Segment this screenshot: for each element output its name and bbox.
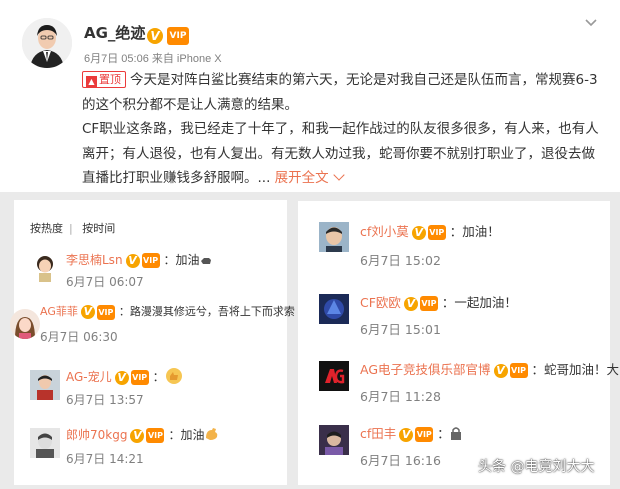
avatar[interactable] — [30, 370, 60, 400]
avatar[interactable] — [319, 222, 349, 252]
comment-time: 6月7日 13:57 — [66, 393, 144, 407]
avatar[interactable] — [30, 252, 60, 282]
verified-icon: V — [125, 253, 140, 268]
watermark: 头条 @电竞刘大大 — [478, 459, 595, 475]
comment-author-name[interactable]: cf刘小莫 — [360, 224, 409, 239]
vip-level-icon: VIP — [167, 26, 189, 45]
comment-text: ：加油 — [168, 428, 205, 442]
muscle-emoji-icon — [206, 428, 218, 440]
comment-time: 6月7日 15:02 — [360, 253, 441, 268]
post-meta: 6月7日 05:06 来自 iPhone X — [84, 53, 222, 65]
comment-author-name[interactable]: AG菲菲 — [40, 305, 78, 318]
vip-level-icon: VIP — [419, 296, 438, 311]
verified-icon: V — [403, 296, 418, 311]
post-paragraph-2: CF职业这条路，我已经走了十年了，和我一起作战过的队友很多很多，有人来，也有人离… — [82, 117, 602, 191]
comment-time: 6月7日 06:30 — [40, 330, 118, 344]
comment-sort-bar: 按热度 | 按时间 — [30, 220, 121, 236]
sort-separator: | — [69, 222, 73, 235]
comment-text: ：路漫漫其修远兮，吾将上下而求索 — [118, 305, 295, 318]
vip-level-icon: VIP — [96, 304, 115, 320]
comment-author[interactable]: cf田丰 V VIP： — [360, 423, 462, 442]
comment-author[interactable]: 李思楠Lsn V VIP ：加油 — [66, 251, 212, 268]
comment-text: ：蛇哥加油！大 — [531, 362, 620, 377]
verified-icon: V — [411, 225, 426, 240]
avatar[interactable] — [319, 294, 349, 324]
chevron-down-icon[interactable] — [584, 16, 598, 30]
post-paragraph-1: ▲ 置顶 今天是对阵白鲨比赛结束的第六天，无论是对我自己还是队伍而言，常规赛6-3的… — [82, 68, 602, 117]
pinned-label: 置顶 — [99, 73, 121, 86]
comment-author-name[interactable]: AG-宠儿 — [66, 370, 112, 384]
pinned-badge: ▲ 置顶 — [82, 71, 126, 88]
comment-author[interactable]: AG-宠儿 V VIP： — [66, 367, 183, 385]
pin-icon: ▲ — [86, 76, 97, 87]
fist-emoji-icon — [200, 258, 211, 264]
vip-level-icon: VIP — [415, 427, 434, 442]
avatar[interactable] — [30, 428, 60, 458]
comment-text: ： — [152, 370, 165, 384]
comment-text: ： — [437, 426, 450, 441]
comment-time: 6月7日 16:16 — [360, 453, 441, 468]
user-badges: V VIP — [147, 25, 189, 45]
comment-text: ：一起加油！ — [441, 295, 517, 310]
comment-author[interactable]: CF欧欧 V VIP ：一起加油！ — [360, 292, 517, 311]
vip-level-icon: VIP — [130, 370, 149, 385]
verified-icon: V — [147, 27, 163, 44]
comment-author-name[interactable]: cf田丰 — [360, 426, 396, 441]
post-body: ▲ 置顶 今天是对阵白鲨比赛结束的第六天，无论是对我自己还是队伍而言，常规赛6-3的… — [82, 68, 602, 191]
comment-text: ：加油 — [163, 253, 200, 267]
comment-text: ：加油！ — [449, 224, 500, 239]
expand-full-text-link[interactable]: 展开全文 — [275, 169, 345, 186]
username[interactable]: AG_绝迹 — [84, 22, 145, 43]
comment-time: 6月7日 15:01 — [360, 322, 441, 337]
comment-author[interactable]: 郎帅70kgg V VIP ：加油 — [66, 426, 220, 443]
avatar[interactable] — [10, 309, 40, 339]
comment-author-name[interactable]: AG电子竞技俱乐部官博 — [360, 362, 491, 377]
sort-by-hot-tab[interactable]: 按热度 — [30, 222, 63, 235]
vip-level-icon: VIP — [427, 225, 446, 240]
avatar[interactable] — [319, 425, 349, 455]
vip-level-icon: VIP — [509, 363, 528, 378]
vip-level-icon: VIP — [146, 428, 165, 443]
thumbs-up-emoji-icon — [165, 368, 182, 384]
user-avatar[interactable] — [22, 18, 72, 68]
comment-time: 6月7日 06:07 — [66, 275, 144, 289]
verified-icon: V — [80, 305, 95, 319]
expand-chevron-icon[interactable] — [333, 169, 345, 181]
comment-time: 6月7日 11:28 — [360, 389, 441, 404]
comment-author-name[interactable]: 李思楠Lsn — [66, 253, 123, 267]
post-ellipsis: ... — [257, 170, 271, 186]
comment-author-name[interactable]: 郎帅70kgg — [66, 428, 127, 442]
lock-emoji-icon — [450, 427, 461, 440]
post-text-1: 今天是对阵白鲨比赛结束的第六天，无论是对我自己还是队伍而言，常规赛6-3的这个积… — [82, 72, 598, 113]
comment-author[interactable]: AG菲菲 V VIP ：路漫漫其修远兮，吾将上下而求索 — [40, 303, 295, 320]
comment-author[interactable]: AG电子竞技俱乐部官博 V VIP ：蛇哥加油！大 — [360, 359, 619, 378]
comment-time: 6月7日 14:21 — [66, 452, 144, 466]
avatar[interactable] — [319, 361, 349, 391]
comment-author-name[interactable]: CF欧欧 — [360, 295, 401, 310]
verified-icon: V — [399, 427, 414, 442]
weibo-post: AG_绝迹 V VIP 6月7日 05:06 来自 iPhone X ▲ 置顶 今天是… — [0, 0, 620, 192]
vip-level-icon: VIP — [141, 253, 160, 268]
verified-icon: V — [114, 370, 129, 385]
sort-by-time-tab[interactable]: 按时间 — [82, 222, 115, 235]
comment-author[interactable]: cf刘小莫 V VIP ：加油！ — [360, 221, 500, 240]
verified-icon: V — [493, 363, 508, 378]
verified-icon: V — [130, 428, 145, 443]
expand-label[interactable]: 展开全文 — [275, 170, 329, 186]
